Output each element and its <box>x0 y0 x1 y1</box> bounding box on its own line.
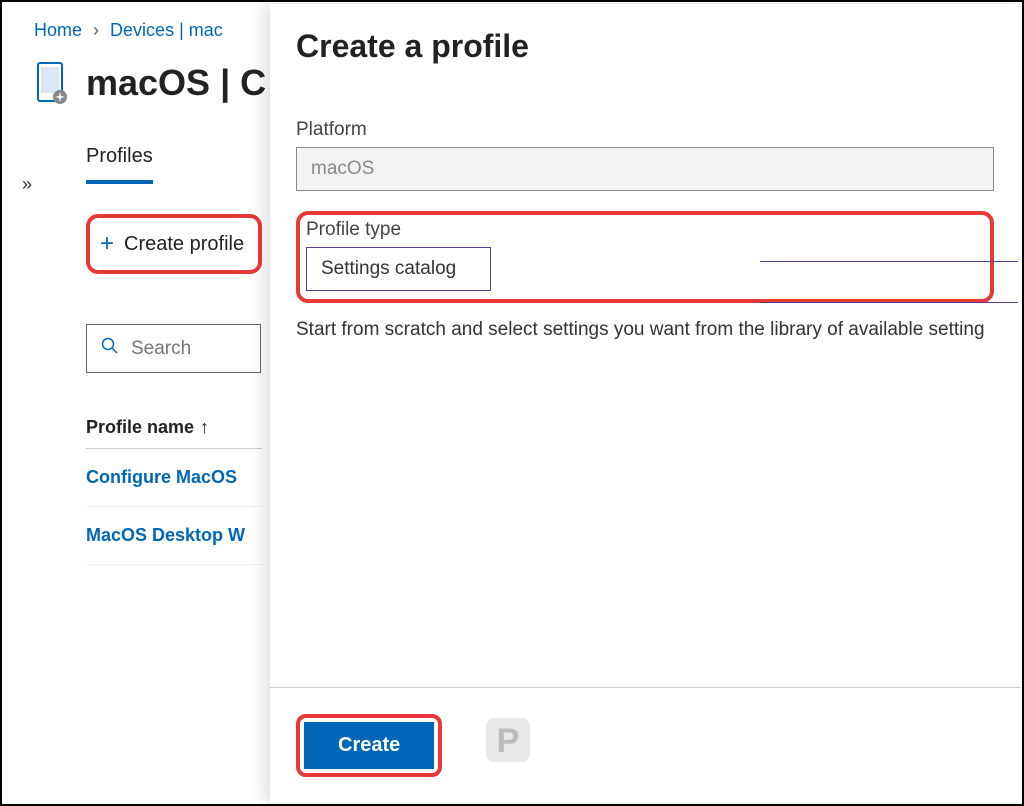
platform-dropdown[interactable]: macOS <box>296 147 994 191</box>
create-profile-flyout: Create a profile Platform macOS Profile … <box>270 4 1020 802</box>
breadcrumb-devices[interactable]: Devices | mac <box>110 20 223 40</box>
sort-arrow-icon: ↑ <box>200 417 209 438</box>
highlight-create-button: Create <box>296 714 442 777</box>
profile-list: Configure MacOS MacOS Desktop W <box>86 448 262 565</box>
create-profile-button[interactable]: + Create profile <box>92 220 256 268</box>
list-item[interactable]: MacOS Desktop W <box>86 507 262 565</box>
search-input[interactable] <box>131 338 246 360</box>
left-panel: Profiles + Create profile Profile name ↑… <box>2 129 262 565</box>
plus-icon: + <box>100 230 114 258</box>
profile-type-dropdown[interactable]: Settings catalog <box>306 247 491 291</box>
svg-text:P: P <box>497 722 520 760</box>
chevron-right-icon: › <box>93 20 99 40</box>
platform-label: Platform <box>296 119 994 141</box>
collapse-icon[interactable]: » <box>22 174 32 195</box>
helper-text: Start from scratch and select settings y… <box>296 319 994 341</box>
column-header-label: Profile name <box>86 417 194 438</box>
breadcrumb-home[interactable]: Home <box>34 20 82 40</box>
device-icon <box>34 61 70 105</box>
column-header-profile-name[interactable]: Profile name ↑ <box>86 417 262 448</box>
highlight-create-profile: + Create profile <box>86 214 262 274</box>
dropdown-extension <box>760 261 1018 303</box>
create-profile-label: Create profile <box>124 233 244 256</box>
page-title: macOS | C <box>86 62 266 104</box>
tab-profiles[interactable]: Profiles <box>86 145 153 184</box>
flyout-title: Create a profile <box>296 28 994 65</box>
list-item[interactable]: Configure MacOS <box>86 449 262 507</box>
profile-type-label: Profile type <box>306 219 982 241</box>
create-button[interactable]: Create <box>304 722 434 769</box>
search-box[interactable] <box>86 324 261 373</box>
watermark-icon: P <box>480 712 536 778</box>
flyout-footer: Create P <box>270 687 1020 802</box>
search-icon <box>101 337 119 360</box>
